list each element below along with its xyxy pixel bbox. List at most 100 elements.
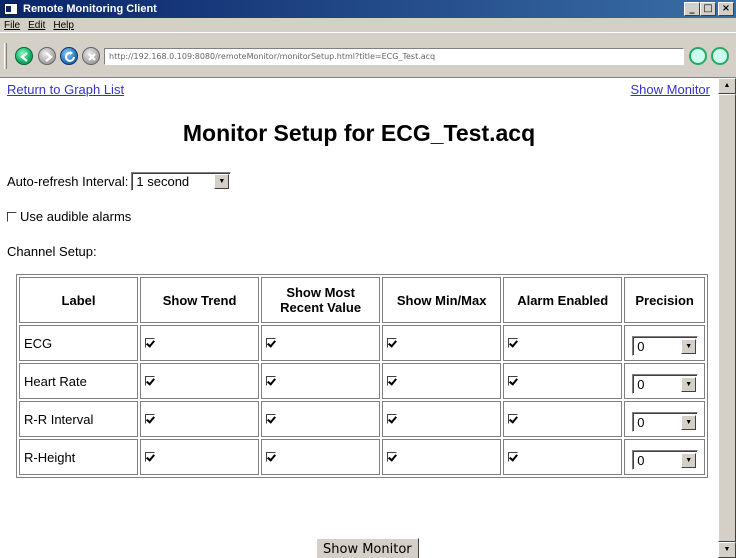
refresh-interval-select[interactable]: 1 second ▼ xyxy=(131,172,232,191)
precision-select[interactable]: 0 ▼ xyxy=(632,450,699,470)
cell-alarm-enabled xyxy=(503,363,623,399)
precision-value: 0 xyxy=(637,452,645,468)
show-recent-checkbox[interactable] xyxy=(266,375,277,386)
cell-precision: 0 ▼ xyxy=(624,363,705,399)
header-alarm-enabled: Alarm Enabled xyxy=(503,277,623,323)
chevron-down-icon: ▼ xyxy=(214,174,230,189)
table-row: Heart Rate 0 ▼ xyxy=(19,363,705,399)
precision-select[interactable]: 0 ▼ xyxy=(632,412,699,432)
precision-value: 0 xyxy=(637,376,645,392)
header-show-trend: Show Trend xyxy=(140,277,260,323)
show-recent-checkbox[interactable] xyxy=(266,337,277,348)
alarm-enabled-checkbox[interactable] xyxy=(508,337,519,348)
show-minmax-checkbox[interactable] xyxy=(387,337,398,348)
zoom-out-icon[interactable] xyxy=(711,47,729,65)
channel-setup-label: Channel Setup: xyxy=(7,244,97,259)
cell-show-trend xyxy=(140,439,260,475)
page-content: Return to Graph List Show Monitor Monito… xyxy=(0,78,718,558)
show-trend-checkbox[interactable] xyxy=(145,451,156,462)
cell-show-recent xyxy=(261,401,381,437)
row-label: R-Height xyxy=(19,439,139,475)
cell-precision: 0 ▼ xyxy=(624,439,705,475)
audible-alarms-label: Use audible alarms xyxy=(20,209,132,224)
cell-show-minmax xyxy=(382,401,502,437)
vertical-scrollbar[interactable]: ▲ ▼ xyxy=(718,78,736,558)
refresh-interval-value: 1 second xyxy=(136,174,190,189)
scroll-thumb[interactable] xyxy=(718,94,736,542)
cell-show-recent xyxy=(261,439,381,475)
menu-bar: File Edit Help xyxy=(0,18,736,32)
page-title: Monitor Setup for ECG_Test.acq xyxy=(182,120,536,146)
audible-alarms-checkbox[interactable] xyxy=(7,211,17,222)
cell-precision: 0 ▼ xyxy=(624,325,705,361)
return-to-graph-list-link[interactable]: Return to Graph List xyxy=(7,82,124,97)
chevron-down-icon: ▼ xyxy=(681,338,697,354)
cell-show-trend xyxy=(140,401,260,437)
alarm-enabled-checkbox[interactable] xyxy=(508,375,519,386)
show-recent-checkbox[interactable] xyxy=(266,451,277,462)
window-title: Remote Monitoring Client xyxy=(23,3,157,15)
row-label: ECG xyxy=(19,325,139,361)
cell-show-recent xyxy=(261,363,381,399)
show-minmax-checkbox[interactable] xyxy=(387,375,398,386)
refresh-row: Auto-refresh Interval: 1 second ▼ xyxy=(7,172,232,191)
table-row: R-Height 0 ▼ xyxy=(19,439,705,475)
close-button[interactable]: × xyxy=(718,2,734,16)
show-trend-checkbox[interactable] xyxy=(145,413,156,424)
window-controls: _ □ × xyxy=(684,2,734,16)
chevron-down-icon: ▼ xyxy=(681,414,697,430)
show-minmax-checkbox[interactable] xyxy=(387,413,398,424)
cell-show-trend xyxy=(140,325,260,361)
row-label: R-R Interval xyxy=(19,401,139,437)
menu-edit[interactable]: Edit xyxy=(28,20,45,31)
menu-file[interactable]: File xyxy=(4,20,20,31)
menu-help[interactable]: Help xyxy=(53,20,74,31)
channel-setup-table: Label Show Trend Show Most Recent Value … xyxy=(16,274,708,478)
table-row: R-R Interval 0 ▼ xyxy=(19,401,705,437)
toolbar-grip xyxy=(4,43,7,69)
show-monitor-link[interactable]: Show Monitor xyxy=(631,82,710,97)
cell-alarm-enabled xyxy=(503,325,623,361)
minimize-button[interactable]: _ xyxy=(684,2,700,16)
cell-show-minmax xyxy=(382,363,502,399)
cell-alarm-enabled xyxy=(503,401,623,437)
chevron-down-icon: ▼ xyxy=(681,452,697,468)
show-recent-checkbox[interactable] xyxy=(266,413,277,424)
precision-select[interactable]: 0 ▼ xyxy=(632,374,699,394)
show-trend-checkbox[interactable] xyxy=(145,375,156,386)
header-precision: Precision xyxy=(624,277,705,323)
row-label: Heart Rate xyxy=(19,363,139,399)
show-minmax-checkbox[interactable] xyxy=(387,451,398,462)
chevron-down-icon: ▼ xyxy=(681,376,697,392)
back-icon[interactable] xyxy=(15,47,33,65)
precision-select[interactable]: 0 ▼ xyxy=(632,336,699,356)
precision-value: 0 xyxy=(637,414,645,430)
cell-precision: 0 ▼ xyxy=(624,401,705,437)
cell-show-trend xyxy=(140,363,260,399)
cell-show-minmax xyxy=(382,325,502,361)
stop-icon[interactable] xyxy=(82,47,100,65)
window-titlebar: Remote Monitoring Client _ □ × xyxy=(0,0,736,18)
browser-toolbar: http://192.168.0.109:8080/remoteMonitor/… xyxy=(0,32,736,78)
alarm-enabled-checkbox[interactable] xyxy=(508,451,519,462)
cell-show-recent xyxy=(261,325,381,361)
show-monitor-button[interactable]: Show Monitor xyxy=(316,538,419,558)
alarm-row: Use audible alarms xyxy=(7,209,131,224)
header-label: Label xyxy=(19,277,139,323)
address-bar[interactable]: http://192.168.0.109:8080/remoteMonitor/… xyxy=(104,48,684,65)
table-row: ECG 0 ▼ xyxy=(19,325,705,361)
forward-icon[interactable] xyxy=(38,47,56,65)
precision-value: 0 xyxy=(637,338,645,354)
maximize-button[interactable]: □ xyxy=(700,2,716,16)
zoom-in-icon[interactable] xyxy=(689,47,707,65)
app-icon xyxy=(4,3,18,15)
alarm-enabled-checkbox[interactable] xyxy=(508,413,519,424)
scroll-up-button[interactable]: ▲ xyxy=(718,78,736,94)
scroll-down-button[interactable]: ▼ xyxy=(718,542,736,558)
show-trend-checkbox[interactable] xyxy=(145,337,156,348)
refresh-icon[interactable] xyxy=(60,47,78,65)
header-show-minmax: Show Min/Max xyxy=(382,277,502,323)
cell-alarm-enabled xyxy=(503,439,623,475)
table-header-row: Label Show Trend Show Most Recent Value … xyxy=(19,277,705,323)
header-show-recent: Show Most Recent Value xyxy=(261,277,381,323)
